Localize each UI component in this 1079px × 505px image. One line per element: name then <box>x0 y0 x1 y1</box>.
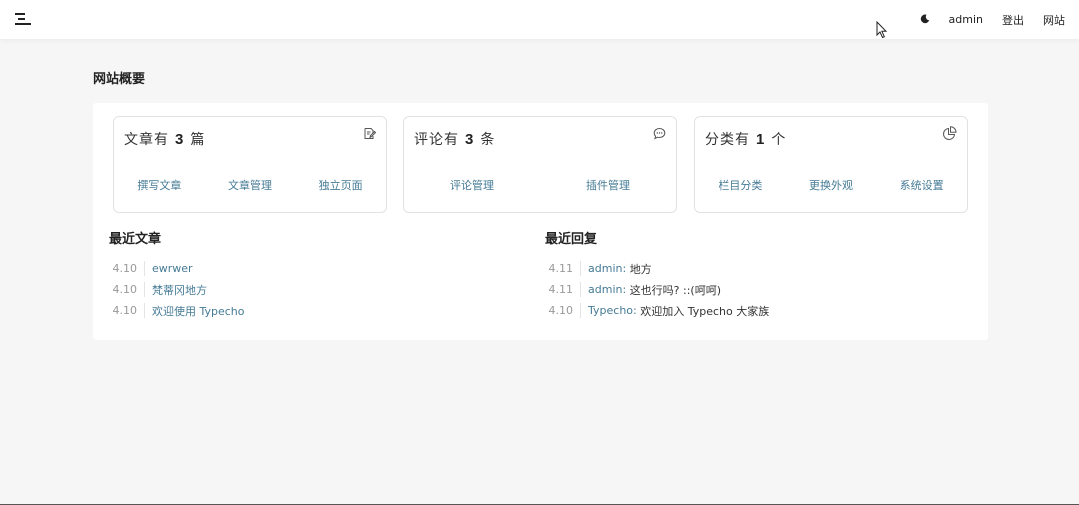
settings-link[interactable]: 系统设置 <box>900 177 944 193</box>
themes-link[interactable]: 更换外观 <box>809 177 853 193</box>
list-item: 4.10 梵蒂冈地方 <box>109 279 245 300</box>
dark-mode-toggle[interactable] <box>920 12 930 27</box>
reply-author-link[interactable]: admin: <box>588 283 626 296</box>
post-date: 4.10 <box>109 282 145 297</box>
categories-card-links: 栏目分类 更换外观 系统设置 <box>695 177 967 193</box>
overview-panel: 文章有3篇 撰写文章 文章管理 独立页面 评论有3条 评论管理 插件管理 <box>93 103 988 340</box>
categories-count-unit: 个 <box>771 132 787 148</box>
manage-comments-link[interactable]: 评论管理 <box>450 177 494 193</box>
post-link[interactable]: 梵蒂冈地方 <box>152 282 207 298</box>
recent-replies-title: 最近回复 <box>545 232 598 247</box>
reply-text: 这也行吗? ::(呵呵) <box>629 283 722 297</box>
reply-text: 地方 <box>629 262 652 276</box>
top-bar: admin 登出 网站 <box>0 0 1079 39</box>
manage-plugins-link[interactable]: 插件管理 <box>586 177 630 193</box>
comments-count-title: 评论有 3 条 <box>414 129 495 149</box>
comments-card-links: 评论管理 插件管理 <box>404 177 676 193</box>
categories-link[interactable]: 栏目分类 <box>718 177 762 193</box>
posts-summary-card: 文章有 3 篇 撰写文章 文章管理 独立页面 <box>113 116 387 213</box>
nav-site-link[interactable]: 网站 <box>1043 12 1065 28</box>
manage-posts-link[interactable]: 文章管理 <box>228 177 272 193</box>
recent-replies-list: 4.11 admin: 地方 4.11 admin: 这也行吗? ::(呵呵) … <box>545 258 769 321</box>
post-link[interactable]: ewrwer <box>152 262 193 275</box>
comments-count: 3 <box>465 131 475 148</box>
reply-author-link[interactable]: Typecho: <box>588 304 637 317</box>
recent-posts-title: 最近文章 <box>109 232 162 247</box>
edit-icon <box>364 128 376 139</box>
posts-count-unit: 篇 <box>190 132 206 148</box>
posts-card-links: 撰写文章 文章管理 独立页面 <box>114 177 386 193</box>
reply-date: 4.10 <box>545 303 581 318</box>
pages-link[interactable]: 独立页面 <box>319 177 363 193</box>
comments-count-prefix: 评论有 <box>414 132 459 148</box>
moon-icon <box>920 14 929 24</box>
reply-date: 4.11 <box>545 282 581 297</box>
comments-summary-card: 评论有 3 条 评论管理 插件管理 <box>403 116 677 213</box>
menu-toggle-icon[interactable] <box>15 11 33 27</box>
comment-icon <box>653 127 666 140</box>
recent-posts-list: 4.10 ewrwer 4.10 梵蒂冈地方 4.10 欢迎使用 Typecho <box>109 258 245 321</box>
post-date: 4.10 <box>109 261 145 276</box>
pie-chart-icon <box>943 126 957 140</box>
categories-count: 1 <box>756 131 766 148</box>
list-item: 4.10 欢迎使用 Typecho <box>109 300 245 321</box>
reply-author-link[interactable]: admin: <box>588 262 626 275</box>
posts-count-title: 文章有 3 篇 <box>124 129 205 149</box>
list-item: 4.10 Typecho: 欢迎加入 Typecho 大家族 <box>545 300 769 321</box>
categories-count-title: 分类有 1 个 <box>705 129 786 149</box>
categories-summary-card: 分类有 1 个 栏目分类 更换外观 系统设置 <box>694 116 968 213</box>
nav-admin-link[interactable]: admin <box>949 13 983 26</box>
list-item: 4.11 admin: 这也行吗? ::(呵呵) <box>545 279 769 300</box>
post-date: 4.10 <box>109 303 145 318</box>
list-item: 4.10 ewrwer <box>109 258 245 279</box>
write-post-link[interactable]: 撰写文章 <box>137 177 181 193</box>
page-title: 网站概要 <box>93 72 146 87</box>
nav-logout-link[interactable]: 登出 <box>1002 12 1024 28</box>
top-nav: admin 登出 网站 <box>901 0 1065 39</box>
posts-count: 3 <box>175 131 185 148</box>
posts-count-prefix: 文章有 <box>124 132 169 148</box>
post-link[interactable]: 欢迎使用 Typecho <box>152 303 245 319</box>
categories-count-prefix: 分类有 <box>705 132 750 148</box>
reply-date: 4.11 <box>545 261 581 276</box>
list-item: 4.11 admin: 地方 <box>545 258 769 279</box>
comments-count-unit: 条 <box>480 132 496 148</box>
reply-text: 欢迎加入 Typecho 大家族 <box>640 304 770 318</box>
mouse-cursor-icon <box>876 21 888 39</box>
